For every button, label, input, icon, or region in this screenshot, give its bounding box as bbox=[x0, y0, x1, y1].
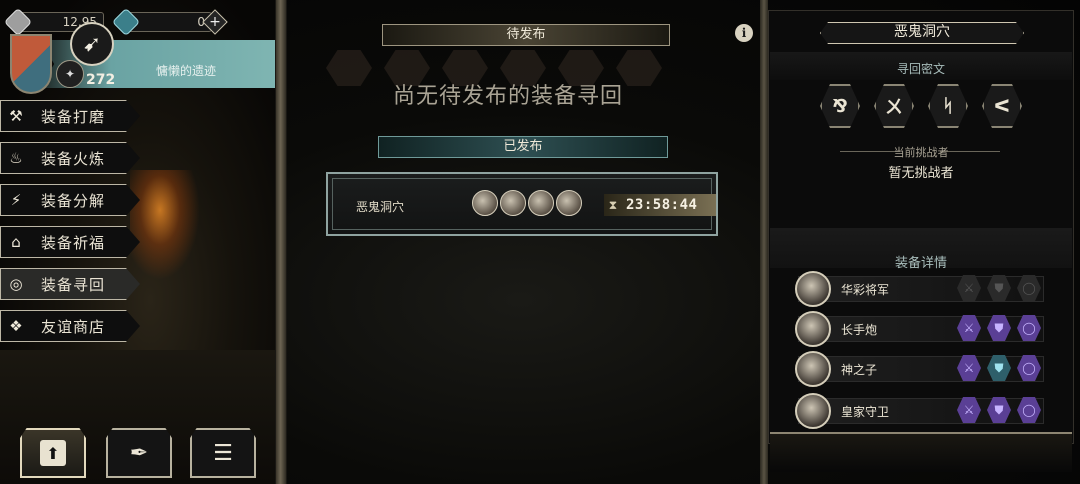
equip-row[interactable]: 华彩将军 ⚔ ⛊ ◯ bbox=[795, 271, 1044, 307]
level-badge-icon: ✦ bbox=[56, 60, 84, 88]
equip-slots: ⚔ ⛊ ◯ bbox=[957, 315, 1041, 341]
weapon-slot-icon[interactable]: ⚔ bbox=[957, 397, 981, 423]
fox-icon: ❖ bbox=[9, 317, 23, 335]
armor-slot-icon[interactable]: ⛊ bbox=[987, 315, 1011, 341]
panel-divider bbox=[275, 0, 287, 484]
hero-portrait bbox=[472, 190, 498, 216]
side-menu: ⚒ 装备打磨 ♨ 装备火炼 ⚡ 装备分解 ⌂ 装备祈福 ◎ 装备寻回 ❖ 友谊商… bbox=[0, 100, 140, 352]
hero-portrait bbox=[500, 190, 526, 216]
menu-item-bless[interactable]: ⌂ 装备祈福 bbox=[0, 226, 140, 258]
menu-label: 装备分解 bbox=[41, 191, 106, 210]
rune-icon: ᐸ bbox=[982, 84, 1022, 128]
hero-avatar bbox=[795, 351, 831, 387]
armor-slot-icon[interactable]: ⛊ bbox=[987, 355, 1011, 381]
challenger-value: 暂无挑战者 bbox=[888, 166, 954, 181]
hero-name: 长手炮 bbox=[841, 323, 878, 337]
game-screen: 12,95 0 + 慵懒的遗迹 ➹ ✦ 272 ⚒ 装备打磨 ♨ 装备火炼 ⚡ … bbox=[0, 0, 1080, 484]
hero-name: 华彩将军 bbox=[841, 283, 890, 297]
hero-avatar bbox=[795, 311, 831, 347]
weapon-slot-icon[interactable]: ⚔ bbox=[957, 315, 981, 341]
published-dungeon-name: 恶鬼洞穴 bbox=[356, 200, 405, 214]
published-retrieval-card[interactable]: 恶鬼洞穴 ⧗ 23:58:44 bbox=[326, 172, 718, 236]
equip-slots: ⚔ ⛊ ◯ bbox=[957, 355, 1041, 381]
hero-portrait bbox=[556, 190, 582, 216]
challenger-label: 当前挑战者 bbox=[893, 146, 949, 159]
list-button[interactable]: ☰ bbox=[190, 428, 256, 478]
menu-item-forge[interactable]: ♨ 装备火炼 bbox=[0, 142, 140, 174]
rune-list: ⅋ ㄨ ᛋ ᐸ bbox=[820, 84, 1022, 128]
hero-avatar bbox=[795, 271, 831, 307]
detail-title: 恶鬼洞穴 bbox=[820, 22, 1024, 44]
equip-row[interactable]: 皇家守卫 ⚔ ⛊ ◯ bbox=[795, 393, 1044, 429]
hero-portraits bbox=[472, 190, 582, 216]
upload-button[interactable]: ⬆ bbox=[20, 428, 86, 478]
weapon-slot-icon[interactable]: ⚔ bbox=[957, 355, 981, 381]
equip-slots: ⚔ ⛊ ◯ bbox=[957, 397, 1041, 423]
armor-slot-icon[interactable]: ⛊ bbox=[987, 397, 1011, 423]
torch-glow bbox=[130, 170, 200, 280]
menu-item-retrieve[interactable]: ◎ 装备寻回 bbox=[0, 268, 140, 300]
hero-portrait bbox=[528, 190, 554, 216]
guild-shield-icon[interactable] bbox=[10, 34, 52, 94]
runes-title: 寻回密文 bbox=[896, 62, 945, 76]
lightning-icon: ⚡ bbox=[10, 191, 22, 209]
quill-icon: ✒ bbox=[129, 440, 149, 466]
panel-footer-frame bbox=[770, 432, 1072, 472]
info-icon[interactable]: i bbox=[735, 24, 753, 42]
ring-slot-icon[interactable]: ◯ bbox=[1017, 355, 1041, 381]
hammer-icon: ⚒ bbox=[9, 107, 23, 125]
menu-label: 友谊商店 bbox=[41, 317, 106, 336]
equip-slots: ⚔ ⛊ ◯ bbox=[957, 275, 1041, 301]
player-level: 272 bbox=[86, 72, 116, 88]
hero-avatar bbox=[795, 393, 831, 429]
timer-value: 23:58:44 bbox=[626, 197, 698, 213]
pending-header: 待发布 bbox=[382, 24, 670, 46]
menu-label: 装备火炼 bbox=[41, 149, 106, 168]
published-header: 已发布 bbox=[378, 136, 668, 158]
hero-name: 皇家守卫 bbox=[841, 405, 890, 419]
location-label: 慵懒的遗迹 bbox=[156, 64, 217, 78]
armor-slot-icon[interactable]: ⛊ bbox=[987, 275, 1011, 301]
empty-pending-message: 尚无待发布的装备寻回 bbox=[392, 84, 623, 109]
weapon-slot-icon[interactable]: ⚔ bbox=[957, 275, 981, 301]
rune-icon: ᛋ bbox=[928, 84, 968, 128]
equip-row[interactable]: 神之子 ⚔ ⛊ ◯ bbox=[795, 351, 1044, 387]
bird-emblem-icon[interactable]: ➹ bbox=[70, 22, 114, 66]
menu-label: 装备祈福 bbox=[41, 233, 106, 252]
rune-icon: ⅋ bbox=[820, 84, 860, 128]
panel-divider-right bbox=[760, 0, 768, 484]
menu-item-dismantle[interactable]: ⚡ 装备分解 bbox=[0, 184, 140, 216]
menu-label: 装备寻回 bbox=[41, 275, 106, 294]
menu-item-shop[interactable]: ❖ 友谊商店 bbox=[0, 310, 140, 342]
menu-item-polish[interactable]: ⚒ 装备打磨 bbox=[0, 100, 140, 132]
ring-slot-icon[interactable]: ◯ bbox=[1017, 397, 1041, 423]
equip-row[interactable]: 长手炮 ⚔ ⛊ ◯ bbox=[795, 311, 1044, 347]
list-icon: ☰ bbox=[213, 440, 233, 466]
pray-icon: ⌂ bbox=[11, 233, 21, 251]
equip-title: 装备详情 bbox=[894, 256, 947, 271]
countdown-timer: ⧗ 23:58:44 bbox=[604, 194, 716, 216]
menu-label: 装备打磨 bbox=[41, 107, 106, 126]
ring-slot-icon[interactable]: ◯ bbox=[1017, 275, 1041, 301]
rune-icon: ㄨ bbox=[874, 84, 914, 128]
ring-slot-icon[interactable]: ◯ bbox=[1017, 315, 1041, 341]
upload-icon: ⬆ bbox=[40, 440, 66, 466]
hero-name: 神之子 bbox=[841, 363, 878, 377]
hourglass-icon: ⧗ bbox=[608, 197, 618, 212]
quill-button[interactable]: ✒ bbox=[106, 428, 172, 478]
target-icon: ◎ bbox=[9, 275, 23, 293]
flame-icon: ♨ bbox=[9, 149, 23, 167]
